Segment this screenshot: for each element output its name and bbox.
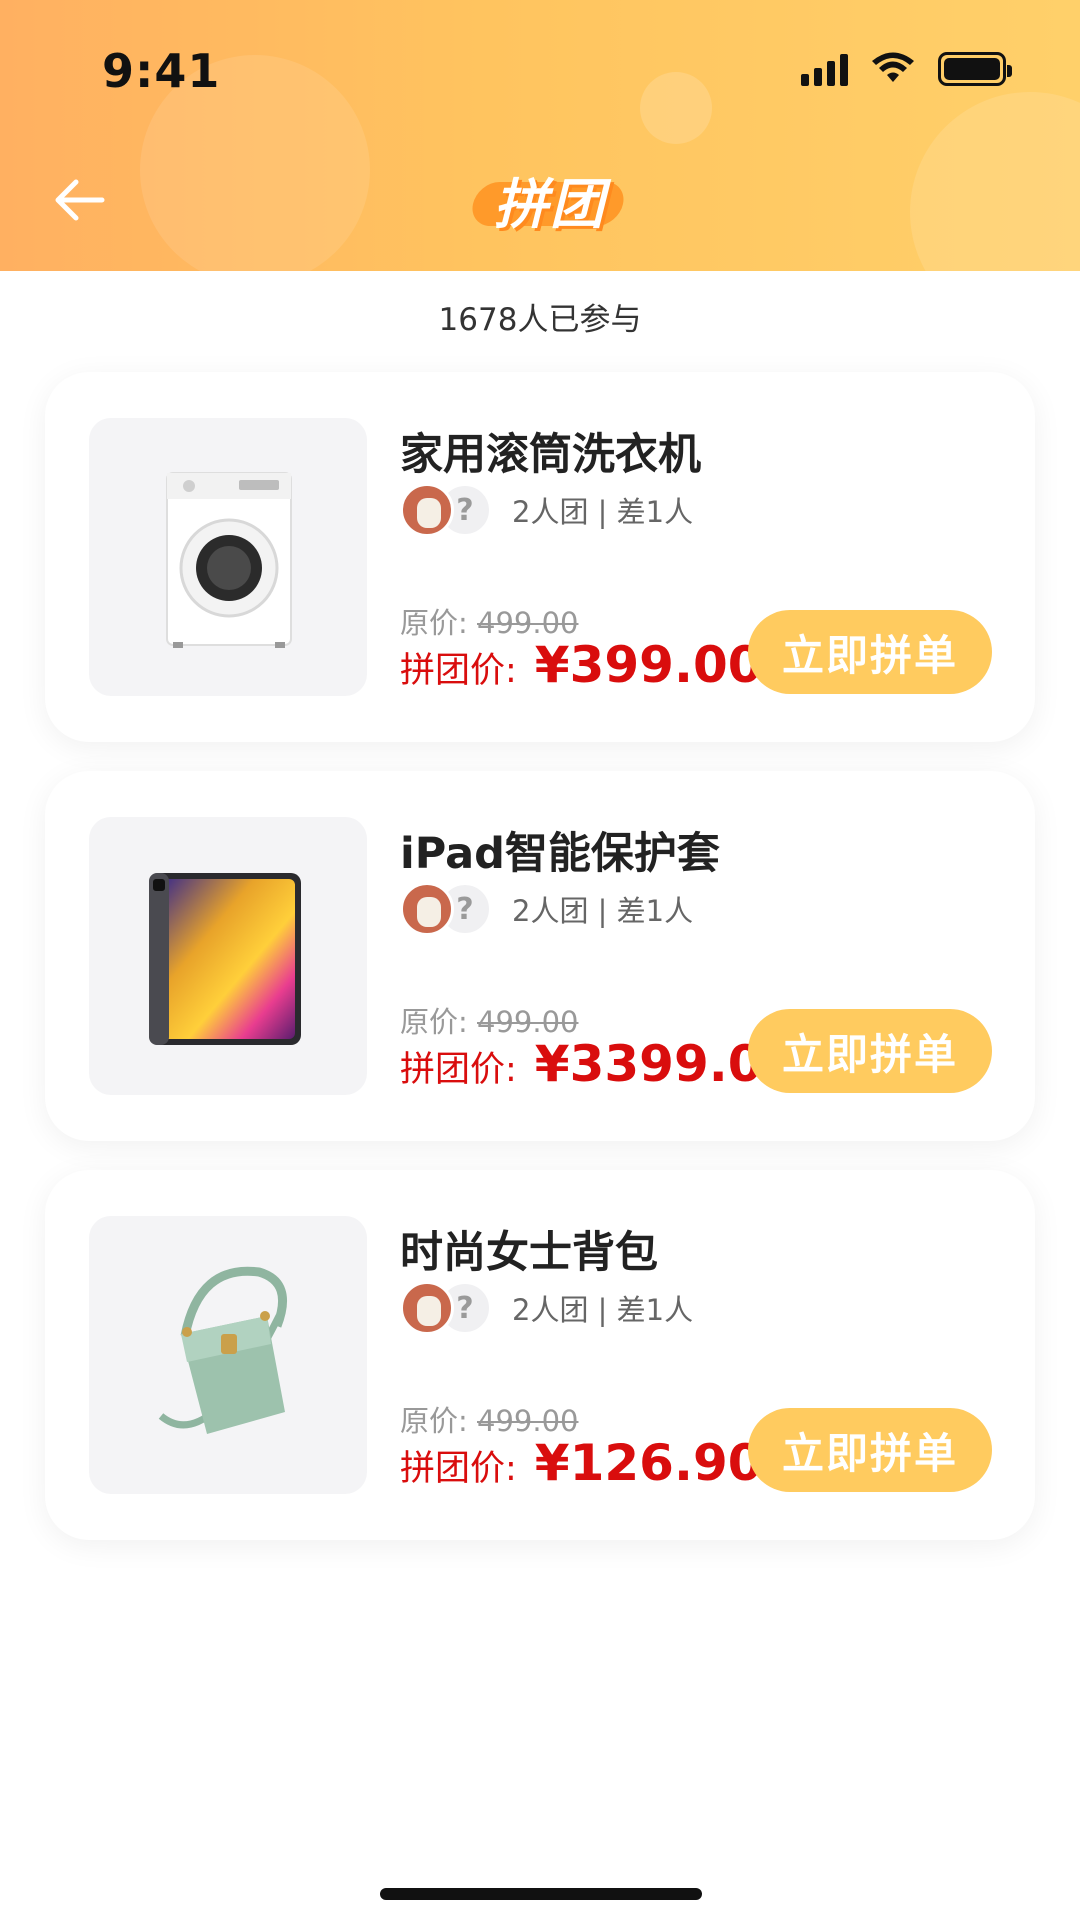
home-indicator[interactable]: [380, 1888, 702, 1900]
original-price-value: 499.00: [477, 606, 579, 640]
product-image-washing-machine: [89, 418, 367, 696]
group-price: 拼团价: ¥399.00: [400, 636, 763, 694]
status-time: 9:41: [102, 44, 221, 98]
decor-bubble: [640, 72, 712, 144]
group-price: 拼团价: ¥126.90: [400, 1434, 763, 1492]
decor-bubble: [910, 92, 1080, 271]
back-arrow-icon[interactable]: [50, 170, 110, 230]
participants-count: 1678人已参与: [438, 302, 642, 338]
product-name: 时尚女士背包: [400, 1228, 658, 1278]
join-group-button[interactable]: 立即拼单: [748, 610, 992, 694]
group-price-label: 拼团价:: [400, 1050, 517, 1090]
cellular-signal-icon: [801, 52, 848, 86]
header-bar: 9:41 拼团: [0, 0, 1080, 271]
product-name: iPad智能保护套: [400, 829, 720, 879]
group-status: ? 2人团 | 差1人: [400, 482, 693, 538]
group-info: 2人团 | 差1人: [512, 894, 694, 928]
wifi-icon: [872, 52, 914, 82]
original-price-label: 原价:: [400, 606, 477, 640]
original-price-label: 原价:: [400, 1005, 477, 1039]
group-price-value: ¥399.00: [534, 636, 763, 694]
battery-icon: [938, 52, 1012, 86]
group-status: ? 2人团 | 差1人: [400, 1280, 693, 1336]
join-group-button[interactable]: 立即拼单: [748, 1408, 992, 1492]
product-name: 家用滚筒洗衣机: [400, 430, 701, 480]
original-price-label: 原价:: [400, 1404, 477, 1438]
group-info: 2人团 | 差1人: [512, 495, 694, 529]
group-price-value: ¥126.90: [534, 1434, 763, 1492]
member-avatar: [400, 1281, 454, 1335]
join-group-button[interactable]: 立即拼单: [748, 1009, 992, 1093]
group-status: ? 2人团 | 差1人: [400, 881, 693, 937]
original-price-value: 499.00: [477, 1005, 579, 1039]
page-title: 拼团: [494, 173, 606, 236]
product-card[interactable]: 家用滚筒洗衣机 ? 2人团 | 差1人 原价: 499.00 拼团价: ¥399…: [45, 372, 1035, 742]
product-card[interactable]: iPad智能保护套 ? 2人团 | 差1人 原价: 499.00 拼团价: ¥3…: [45, 771, 1035, 1141]
group-info: 2人团 | 差1人: [512, 1293, 694, 1327]
original-price-value: 499.00: [477, 1404, 579, 1438]
group-price: 拼团价: ¥3399.00: [400, 1035, 797, 1093]
member-avatar: [400, 483, 454, 537]
product-image-handbag: [89, 1216, 367, 1494]
status-icons: [801, 52, 1012, 86]
product-card[interactable]: 时尚女士背包 ? 2人团 | 差1人 原价: 499.00 拼团价: ¥126.…: [45, 1170, 1035, 1540]
member-avatar: [400, 882, 454, 936]
group-price-label: 拼团价:: [400, 1449, 517, 1489]
product-image-tablet: [89, 817, 367, 1095]
page-title-logo: 拼团: [465, 160, 635, 240]
group-price-label: 拼团价:: [400, 651, 517, 691]
